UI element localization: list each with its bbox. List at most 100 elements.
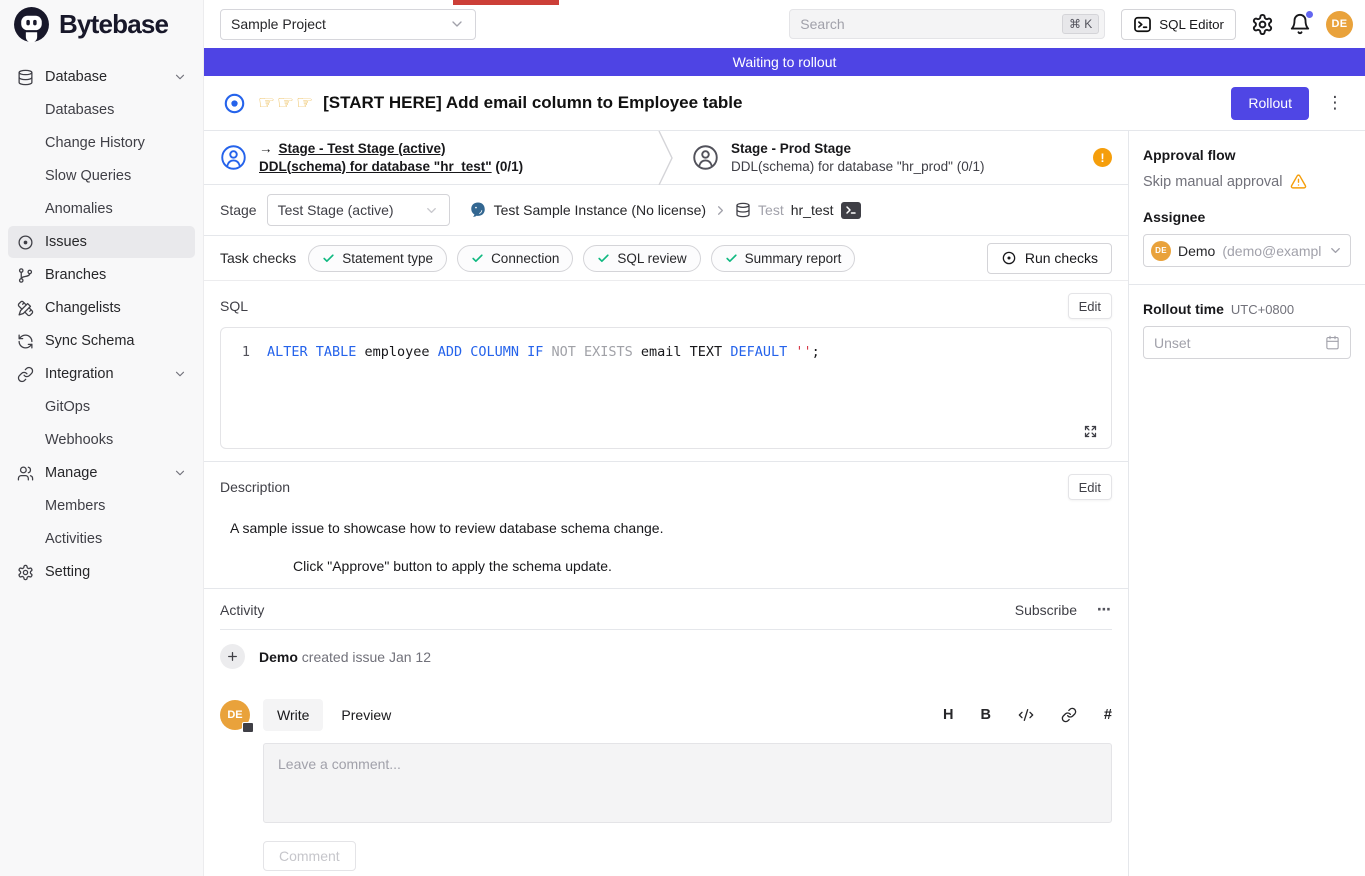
sidebar-item-anomalies[interactable]: Anomalies xyxy=(8,193,195,225)
stage-card-test[interactable]: → Stage - Test Stage (active) DDL(schema)… xyxy=(204,131,656,184)
hash-format-icon[interactable]: # xyxy=(1104,707,1112,723)
check-pill-connection[interactable]: Connection xyxy=(457,245,573,272)
comment-textarea[interactable] xyxy=(263,743,1112,823)
active-stage-arrow: → xyxy=(259,140,273,158)
user-avatar[interactable]: DE xyxy=(1326,11,1353,38)
brand-name: Bytebase xyxy=(59,9,168,40)
check-icon xyxy=(471,252,484,265)
chevron-right-icon xyxy=(713,203,728,218)
sidebar-item-database[interactable]: Database xyxy=(8,61,195,93)
check-pill-summary-report[interactable]: Summary report xyxy=(711,245,856,272)
sidebar-item-change-history[interactable]: Change History xyxy=(8,127,195,159)
kebab-menu-icon[interactable]: ⋮ xyxy=(1322,93,1348,113)
issue-title: ☞☞☞ [START HERE] Add email column to Emp… xyxy=(258,92,743,115)
check-pill-label: Connection xyxy=(491,251,559,266)
sidebar-item-webhooks[interactable]: Webhooks xyxy=(8,424,195,456)
stage-name-link[interactable]: Stage - Test Stage (active) xyxy=(279,141,446,156)
approval-flow-value: Skip manual approval xyxy=(1143,174,1282,190)
assignee-name: Demo xyxy=(1178,243,1215,259)
sidebar-item-changelists[interactable]: Changelists xyxy=(8,292,195,324)
run-checks-label: Run checks xyxy=(1025,250,1098,266)
sidebar-item-sync-schema[interactable]: Sync Schema xyxy=(8,325,195,357)
notifications-bell-button[interactable] xyxy=(1289,13,1311,35)
users-icon xyxy=(16,465,34,482)
rollout-time-input[interactable]: Unset xyxy=(1143,326,1351,359)
sidebar-item-integration[interactable]: Integration xyxy=(8,358,195,390)
sidebar-item-label: Change History xyxy=(45,135,145,151)
tab-preview[interactable]: Preview xyxy=(327,699,405,731)
sidebar-item-members[interactable]: Members xyxy=(8,490,195,522)
check-icon xyxy=(725,252,738,265)
notification-dot xyxy=(1306,11,1313,18)
open-sql-editor-icon[interactable] xyxy=(841,202,861,219)
tab-write[interactable]: Write xyxy=(263,699,323,731)
sql-edit-button[interactable]: Edit xyxy=(1068,293,1112,319)
sidebar-item-issues[interactable]: Issues xyxy=(8,226,195,258)
sidebar-item-gitops[interactable]: GitOps xyxy=(8,391,195,423)
database-link[interactable]: hr_test xyxy=(791,202,834,218)
activity-divider xyxy=(220,629,1112,630)
check-pill-statement-type[interactable]: Statement type xyxy=(308,245,447,272)
brand-logo[interactable]: Bytebase xyxy=(0,0,203,48)
assignee-email: (demo@example xyxy=(1222,243,1321,259)
sidebar-item-slow-queries[interactable]: Slow Queries xyxy=(8,160,195,192)
bytebase-logo-icon xyxy=(13,6,50,43)
heading-format-icon[interactable]: H xyxy=(943,707,953,723)
stage-select[interactable]: Test Stage (active) xyxy=(267,194,450,226)
sidebar-item-label: Slow Queries xyxy=(45,168,131,184)
description-section: Description Edit A sample issue to showc… xyxy=(204,461,1128,574)
stage-task-count: (0/1) xyxy=(957,159,985,174)
code-format-icon[interactable] xyxy=(1018,707,1034,723)
activity-user[interactable]: Demo xyxy=(259,649,298,665)
search-input[interactable]: Search ⌘ K xyxy=(789,9,1105,39)
expand-fullscreen-icon[interactable] xyxy=(1083,424,1098,439)
bytebase-app: Bytebase Database Databases Change Histo… xyxy=(0,0,1365,876)
rollout-button[interactable]: Rollout xyxy=(1231,87,1309,120)
status-banner-text: Waiting to rollout xyxy=(733,54,837,70)
activity-more-menu[interactable]: ⋯ xyxy=(1097,601,1112,618)
rollout-time-placeholder: Unset xyxy=(1154,335,1191,351)
comment-submit-button[interactable]: Comment xyxy=(263,841,356,871)
instance-link[interactable]: Test Sample Instance (No license) xyxy=(494,202,706,218)
stage-card-prod[interactable]: Stage - Prod Stage DDL(schema) for datab… xyxy=(676,131,1128,184)
issue-main: → Stage - Test Stage (active) DDL(schema)… xyxy=(204,131,1128,876)
chevron-down-icon xyxy=(173,70,187,84)
assignee-select[interactable]: DE Demo (demo@example xyxy=(1143,234,1351,267)
settings-gear-button[interactable] xyxy=(1251,13,1274,36)
link-icon xyxy=(16,366,34,383)
chevron-down-icon xyxy=(173,367,187,381)
sidebar-item-databases[interactable]: Databases xyxy=(8,94,195,126)
activity-item: Demo created issue Jan 12 xyxy=(220,644,1112,669)
sidebar-item-branches[interactable]: Branches xyxy=(8,259,195,291)
sidebar-item-label: Activities xyxy=(45,531,102,547)
sql-editor-button[interactable]: SQL Editor xyxy=(1121,9,1236,40)
bold-format-icon[interactable]: B xyxy=(980,707,990,723)
stage-task-link[interactable]: DDL(schema) for database "hr_test" xyxy=(259,159,492,174)
project-select[interactable]: Sample Project xyxy=(220,9,476,40)
run-checks-button[interactable]: Run checks xyxy=(987,243,1112,274)
stage-name: Stage - Prod Stage xyxy=(731,141,851,156)
description-line2: Click "Approve" button to apply the sche… xyxy=(293,558,1112,574)
chevron-down-icon xyxy=(449,16,465,32)
subscribe-button[interactable]: Subscribe xyxy=(1015,602,1077,618)
description-title: Description xyxy=(220,479,290,495)
description-edit-button[interactable]: Edit xyxy=(1068,474,1112,500)
status-banner: Waiting to rollout xyxy=(204,48,1365,76)
sidebar-item-manage[interactable]: Manage xyxy=(8,457,195,489)
stage-separator xyxy=(656,131,676,184)
sidebar-item-activities[interactable]: Activities xyxy=(8,523,195,555)
link-format-icon[interactable] xyxy=(1061,707,1077,723)
rollout-time-title: Rollout time xyxy=(1143,301,1224,317)
sidebar-item-label: Sync Schema xyxy=(45,333,134,349)
check-pill-label: Summary report xyxy=(745,251,842,266)
sidebar-item-setting[interactable]: Setting xyxy=(8,556,195,588)
check-pill-sql-review[interactable]: SQL review xyxy=(583,245,700,272)
check-icon xyxy=(597,252,610,265)
sql-section: SQL Edit 1 ALTER TABLE employee ADD COLU… xyxy=(204,293,1128,449)
sql-code-block: 1 ALTER TABLE employee ADD COLUMN IF NOT… xyxy=(220,327,1112,449)
stage-person-icon-active xyxy=(220,144,247,171)
check-pill-label: SQL review xyxy=(617,251,686,266)
activity-action: created issue xyxy=(302,649,385,665)
sidebar-item-label: GitOps xyxy=(45,399,90,415)
stage-selector-row: Stage Test Stage (active) Test Sample In… xyxy=(204,185,1128,236)
